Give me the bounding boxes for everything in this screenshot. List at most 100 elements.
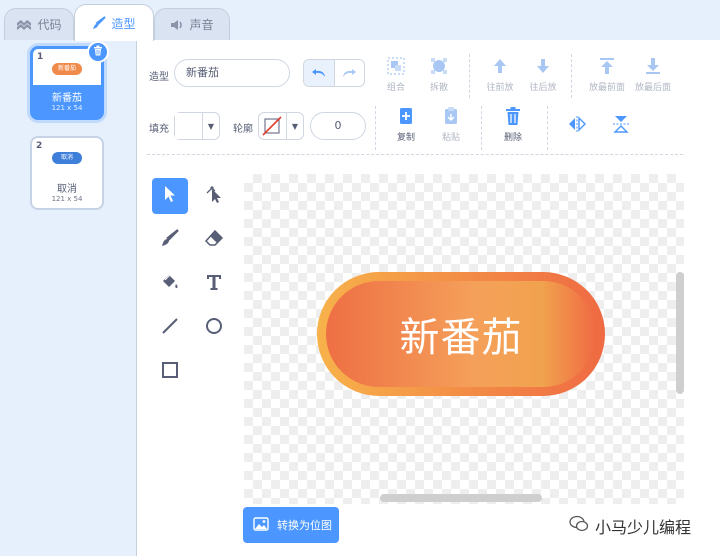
costume-number: 1 [37,52,44,62]
rectangle-icon [160,360,180,384]
redo-icon [341,64,357,83]
arrow-to-top-icon [581,56,633,76]
canvas-costume-button[interactable]: 新番茄 [317,272,605,396]
chevron-down-icon: ▼ [291,121,299,131]
delete-costume-button[interactable] [87,41,109,63]
outline-color-picker[interactable]: ▼ [258,112,304,140]
forward-label: 往前放 [486,83,514,93]
costume-name-area: 新番茄 121 x 54 [33,85,101,117]
costume-name: 取消 [57,184,77,195]
outline-label: 轮廓 [233,124,253,135]
paint-bucket-icon [160,272,180,296]
to-front-button[interactable]: 放最前面 [581,56,633,93]
copy-button[interactable]: 复制 [384,106,428,143]
flip-horizontal-icon [555,114,599,134]
ungroup-button[interactable]: 拆散 [417,56,461,93]
brush-icon [92,16,107,30]
watermark-text: 小马少儿编程 [595,518,692,537]
watermark: 小马少儿编程 [565,512,696,540]
ungroup-label: 拆散 [429,83,448,93]
line-tool[interactable] [152,310,188,346]
costume-thumbnail: 新番茄 [52,63,82,75]
arrow-down-icon [521,56,565,76]
costume-thumbnail: 取消 [52,152,82,164]
group-button[interactable]: 组合 [374,56,418,93]
undo-button[interactable] [304,60,335,86]
tab-code-label: 代码 [37,18,62,32]
costume-list: 1 新番茄 新番茄 121 x 54 2 取消 取消 121 x 54 [0,40,136,556]
wechat-icon [569,515,589,537]
trash-icon [93,45,103,59]
backward-label: 往后放 [529,83,557,93]
forward-button[interactable]: 往前放 [478,56,522,93]
vertical-scrollbar[interactable] [676,272,684,394]
tab-sounds[interactable]: 声音 [154,8,230,40]
reshape-tool[interactable] [196,178,232,214]
text-tool[interactable] [196,266,232,302]
tab-costumes[interactable]: 造型 [74,4,154,41]
fill-tool[interactable] [152,266,188,302]
to-front-label: 放最前面 [588,83,625,93]
trash-icon [491,106,535,126]
flip-horizontal-button[interactable] [555,114,599,138]
brush-tool[interactable] [152,222,188,258]
line-icon [160,316,180,340]
paste-button[interactable]: 粘贴 [429,106,473,143]
chevron-down-icon: ▼ [207,121,215,131]
image-icon [253,516,269,534]
editor-tabs: 代码 造型 声音 [0,0,720,41]
fill-color-picker[interactable]: ▼ [174,112,220,140]
copy-icon [384,106,428,126]
to-back-button[interactable]: 放最后面 [627,56,679,93]
backward-button[interactable]: 往后放 [521,56,565,93]
brush-icon [160,228,180,252]
circle-tool[interactable] [196,310,232,346]
convert-to-bitmap-button[interactable]: 转换为位图 [243,507,339,543]
undo-icon [311,64,327,83]
group-icon [374,56,418,76]
delete-button[interactable]: 删除 [491,106,535,143]
costume-item[interactable]: 2 取消 取消 121 x 54 [30,136,104,210]
fill-label: 填充 [149,124,169,135]
arrow-to-bottom-icon [627,56,679,76]
fill-swatch [175,113,203,139]
flip-vertical-button[interactable] [599,114,643,138]
costume-number: 2 [36,141,43,151]
eraser-tool[interactable] [196,222,232,258]
costume-name-label: 造型 [149,72,169,83]
copy-label: 复制 [396,133,415,143]
undo-redo-group [303,59,365,87]
rectangle-tool[interactable] [152,354,188,390]
outline-width-input[interactable]: 0 [310,112,366,140]
horizontal-scrollbar[interactable] [380,494,542,502]
costume-size: 121 x 54 [51,195,83,203]
toolbar-divider [571,54,572,98]
flip-vertical-icon [599,114,643,134]
costume-name: 新番茄 [52,93,82,104]
costume-size: 121 x 54 [51,104,83,112]
costume-name-input[interactable]: 新番茄 [174,59,290,87]
tab-sounds-label: 声音 [189,18,214,32]
paste-label: 粘贴 [441,133,460,143]
eraser-icon [204,228,224,252]
toolbar-separator [147,154,683,155]
toolbar-divider [547,106,548,150]
delete-label: 删除 [503,133,522,143]
select-tool[interactable] [152,178,188,214]
toolbar-divider [375,106,376,150]
arrow-up-icon [478,56,522,76]
group-label: 组合 [386,83,405,93]
tab-costumes-label: 造型 [111,16,136,31]
canvas-costume-button-label: 新番茄 [326,281,596,387]
code-icon [16,19,32,31]
ungroup-icon [417,56,461,76]
tab-code[interactable]: 代码 [4,8,74,40]
costume-item[interactable]: 1 新番茄 新番茄 121 x 54 [30,41,109,120]
speaker-icon [170,19,184,31]
paste-icon [429,106,473,126]
redo-button[interactable] [335,60,365,86]
toolbar-divider [481,106,482,150]
to-back-label: 放最后面 [634,83,671,93]
costume-name-area: 取消 121 x 54 [32,176,102,208]
toolbar-divider [469,54,470,98]
